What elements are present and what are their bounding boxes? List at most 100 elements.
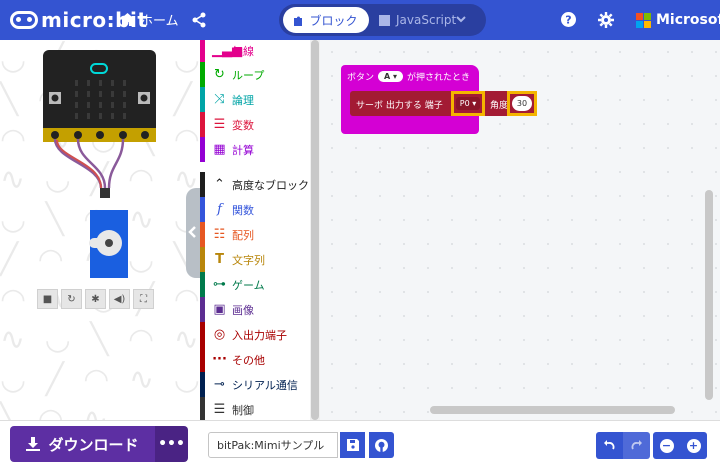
redo-icon bbox=[631, 440, 642, 450]
toolbox-label: 入出力端子 bbox=[232, 328, 287, 342]
toolbox-label: 関数 bbox=[232, 203, 254, 217]
microsoft-label: Microsoft bbox=[656, 12, 720, 28]
toolbox-category-more[interactable]: ··· その他 bbox=[200, 347, 310, 372]
toolbox-category-game[interactable]: ⊶ ゲーム bbox=[200, 272, 310, 297]
home-label: ホーム bbox=[140, 14, 179, 29]
restart-button[interactable]: ↻ bbox=[61, 289, 82, 309]
fullscreen-icon: ⛶ bbox=[140, 293, 147, 305]
download-icon bbox=[26, 437, 41, 451]
list-icon: ☷ bbox=[213, 227, 226, 242]
button-dropdown[interactable]: A ▾ bbox=[378, 71, 404, 82]
servo-write-block[interactable]: サーボ 出力する 端子 P0 ▾ 角度 30 bbox=[350, 91, 537, 116]
zoom-in-button[interactable]: + bbox=[680, 432, 707, 459]
tab-javascript[interactable]: JavaScript bbox=[379, 7, 456, 33]
home-button[interactable]: ホーム bbox=[120, 10, 179, 29]
toolbox-label: ループ bbox=[232, 68, 265, 82]
toolbox-category-pins[interactable]: ◎ 入出力端子 bbox=[200, 322, 310, 347]
download-label: ダウンロード bbox=[48, 435, 139, 454]
workspace-vertical-scrollbar[interactable] bbox=[705, 190, 713, 400]
chevron-up-icon: ⌃ bbox=[214, 177, 225, 192]
undo-button[interactable] bbox=[596, 432, 623, 459]
toolbox-label: 画像 bbox=[232, 303, 254, 317]
chevron-down-icon[interactable] bbox=[455, 13, 467, 25]
toolbox-category-logic[interactable]: ⤨ 論理 bbox=[200, 87, 310, 112]
toolbox-label: ゲーム bbox=[232, 278, 265, 292]
js-file-icon bbox=[379, 14, 390, 26]
toolbox-category-loops[interactable]: ↻ ループ bbox=[200, 62, 310, 87]
toolbox-label: 制御 bbox=[232, 403, 254, 417]
microbit-logo-icon bbox=[10, 11, 38, 29]
collapse-simulator-button[interactable] bbox=[186, 188, 200, 278]
signal-bars-icon: ▁▃▅ bbox=[212, 43, 242, 58]
help-button[interactable]: ? bbox=[561, 12, 576, 31]
floppy-disk-icon bbox=[346, 439, 359, 451]
top-menu-bar: micro:bit ホーム ブロック JavaScript ? Microsof… bbox=[0, 0, 720, 40]
toolbox-category-serial[interactable]: ⊸ シリアル通信 bbox=[200, 372, 310, 397]
editor-mode-toggle: ブロック JavaScript bbox=[279, 4, 486, 36]
event-block-text: ボタン A ▾ が押されたとき bbox=[347, 70, 470, 83]
fullscreen-button[interactable]: ⛶ bbox=[133, 289, 154, 309]
toolbox-category-functions[interactable]: f 関数 bbox=[200, 197, 310, 222]
redo-button[interactable] bbox=[623, 432, 650, 459]
loop-arrow-icon: ↻ bbox=[214, 67, 225, 82]
simulator-controls: ■ ↻ ✱ ◀) ⛶ bbox=[37, 289, 157, 309]
toolbox-category-advanced[interactable]: ⌃ 高度なブロック bbox=[200, 172, 310, 197]
usb-icon: ⊸ bbox=[214, 377, 225, 392]
toolbox-category-radio[interactable]: ▁▃▅ 無線 bbox=[200, 40, 310, 62]
toolbox-scrollbar[interactable] bbox=[310, 40, 320, 420]
toolbox-label: 高度なブロック bbox=[232, 178, 309, 192]
event-prefix: ボタン bbox=[347, 73, 375, 83]
toolbox-category-text[interactable]: T 文字列 bbox=[200, 247, 310, 272]
microbit-board-image[interactable] bbox=[43, 50, 158, 280]
calculator-icon: ▦ bbox=[213, 142, 226, 157]
toolbox-label: シリアル通信 bbox=[232, 378, 298, 392]
ellipsis-icon: ··· bbox=[212, 352, 227, 367]
text-t-icon: T bbox=[215, 252, 224, 267]
share-icon bbox=[192, 12, 206, 28]
gamepad-icon: ⊶ bbox=[213, 277, 226, 292]
event-suffix: が押されたとき bbox=[407, 73, 471, 83]
shuffle-icon: ⤨ bbox=[214, 92, 225, 107]
toolbox-label: その他 bbox=[232, 353, 265, 367]
zoom-out-icon: − bbox=[659, 438, 674, 453]
toolbox-category-images[interactable]: ▣ 画像 bbox=[200, 297, 310, 322]
pin-dropdown[interactable]: P0 ▾ bbox=[451, 91, 485, 116]
toolbox-scroll-thumb[interactable] bbox=[311, 40, 319, 420]
download-more-button[interactable]: ••• bbox=[155, 426, 188, 462]
debug-button[interactable]: ✱ bbox=[85, 289, 106, 309]
download-button[interactable]: ダウンロード bbox=[10, 426, 155, 462]
puzzle-icon bbox=[294, 16, 303, 26]
pin-dropdown-value: P0 bbox=[459, 99, 470, 108]
tab-blocks-label: ブロック bbox=[309, 13, 358, 28]
server-icon: ☰ bbox=[213, 402, 226, 417]
toolbox-separator bbox=[200, 162, 310, 172]
share-button[interactable] bbox=[191, 12, 207, 32]
github-button[interactable] bbox=[369, 432, 394, 458]
toolbox-label: 文字列 bbox=[232, 253, 265, 267]
button-dropdown-value: A bbox=[384, 72, 391, 81]
project-name-input[interactable] bbox=[208, 432, 338, 458]
target-icon: ◎ bbox=[213, 327, 226, 342]
toolbox: ▁▃▅ 無線 ↻ ループ ⤨ 論理 ☰ 変数 ▦ 計算 ⌃ 高度なブロック f … bbox=[200, 40, 310, 420]
mute-button[interactable]: ◀) bbox=[109, 289, 130, 309]
stop-button[interactable]: ■ bbox=[37, 289, 58, 309]
toolbox-category-arrays[interactable]: ☷ 配列 bbox=[200, 222, 310, 247]
angle-value[interactable]: 30 bbox=[512, 96, 532, 111]
zoom-in-icon: + bbox=[686, 438, 701, 453]
blocks-workspace[interactable]: ボタン A ▾ が押されたとき サーボ 出力する 端子 P0 ▾ 角度 30 bbox=[320, 40, 720, 420]
zoom-out-button[interactable]: − bbox=[653, 432, 680, 459]
gear-icon bbox=[598, 12, 614, 28]
angle-input[interactable]: 30 bbox=[507, 91, 537, 116]
settings-button[interactable] bbox=[598, 12, 614, 32]
toolbox-category-control[interactable]: ☰ 制御 bbox=[200, 397, 310, 420]
editor-footer: ダウンロード ••• − + bbox=[0, 420, 720, 465]
toolbox-label: 計算 bbox=[232, 143, 254, 157]
workspace-horizontal-scrollbar[interactable] bbox=[430, 406, 675, 414]
toolbox-category-variables[interactable]: ☰ 変数 bbox=[200, 112, 310, 137]
toolbox-category-math[interactable]: ▦ 計算 bbox=[200, 137, 310, 162]
microsoft-logo[interactable]: Microsoft bbox=[636, 12, 720, 28]
restart-icon: ↻ bbox=[67, 293, 76, 305]
microsoft-squares-icon bbox=[636, 12, 651, 28]
tab-blocks[interactable]: ブロック bbox=[283, 7, 369, 33]
save-button[interactable] bbox=[340, 432, 365, 458]
